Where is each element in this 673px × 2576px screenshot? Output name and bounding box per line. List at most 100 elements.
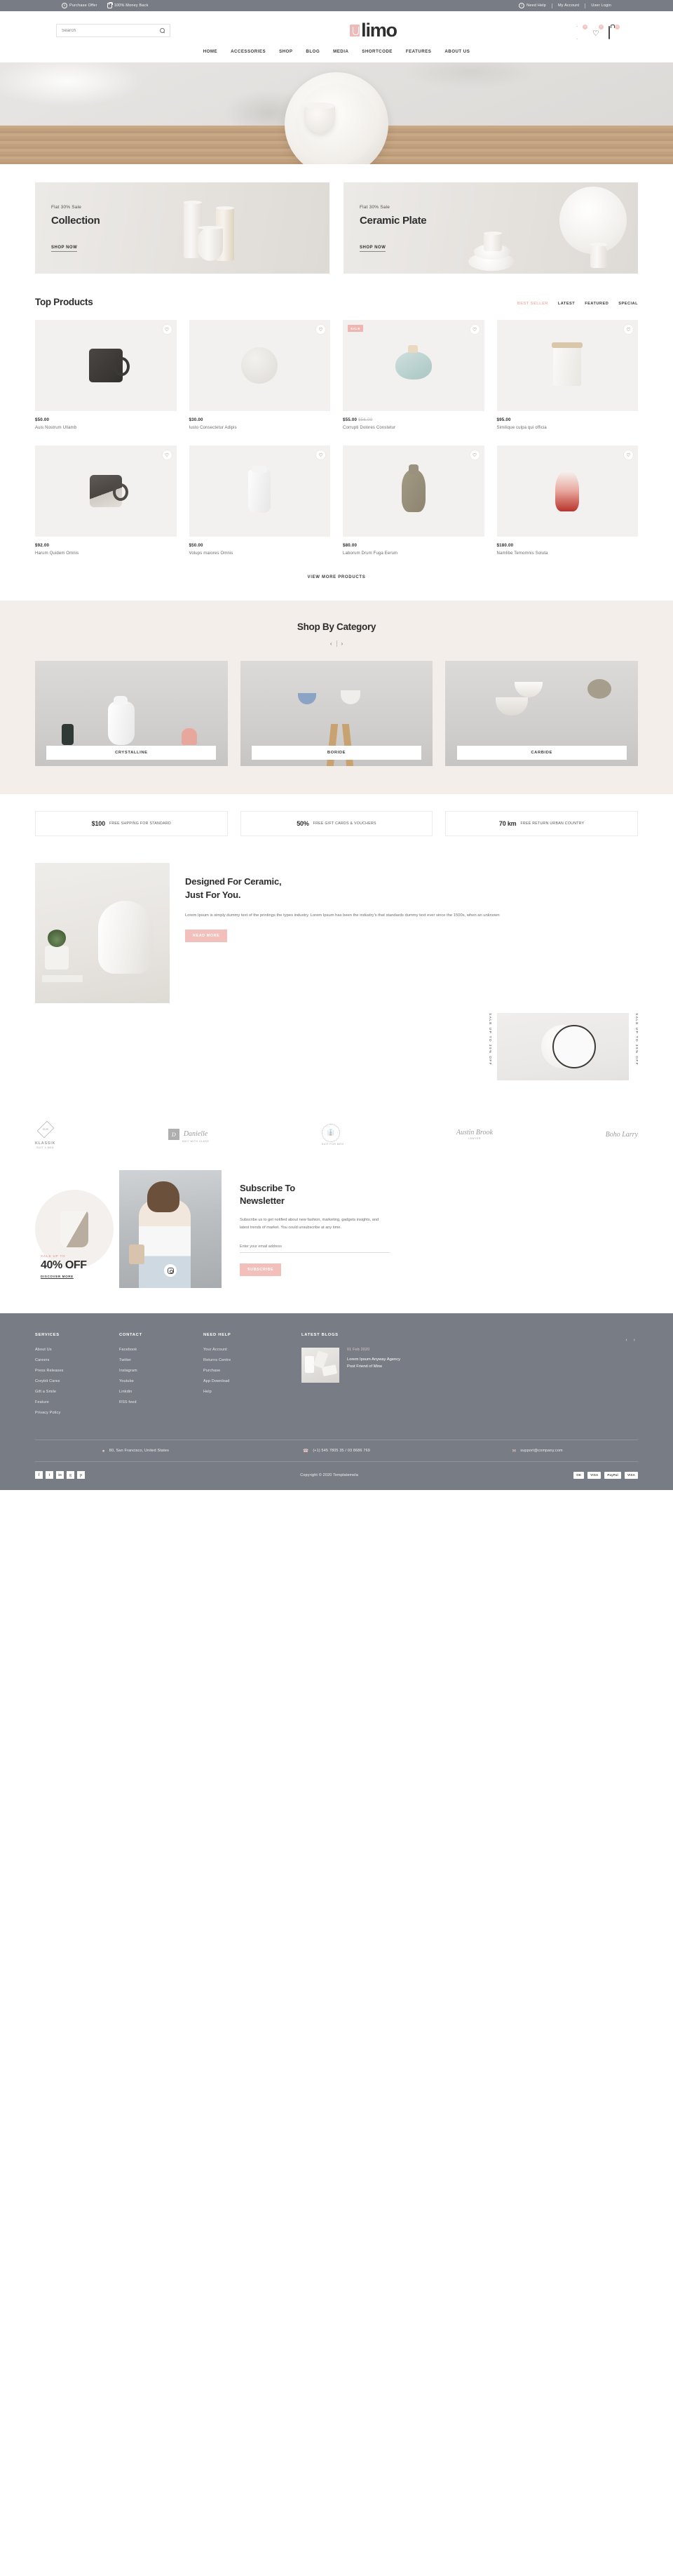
nav-item-shortcode[interactable]: SHORTCODE xyxy=(362,49,393,54)
wishlist-button[interactable]: ♡ 0 xyxy=(592,24,604,37)
wishlist-icon[interactable]: ♡ xyxy=(624,325,633,334)
brand-logo-austin-brook[interactable]: Austin Brook LAWYER xyxy=(456,1129,493,1140)
product-card[interactable]: ♡ $92.00 Harum Quidem Omnis xyxy=(35,445,177,556)
wishlist-icon[interactable]: ♡ xyxy=(162,450,172,459)
product-card[interactable]: SALE ♡ $55.00 $56.00 Corrupti Dolores Con… xyxy=(343,320,484,430)
discover-more-link[interactable]: DISCOVER MORE xyxy=(41,1275,87,1278)
product-image[interactable]: ♡ xyxy=(496,445,638,537)
product-image[interactable]: ♡ xyxy=(189,320,330,411)
nav-item-about-us[interactable]: ABOUT US xyxy=(444,49,470,54)
footer-link-youtube[interactable]: Youtube xyxy=(119,1379,203,1383)
footer-link-your-account[interactable]: Your Account xyxy=(203,1348,287,1352)
footer-link-purchase[interactable]: Purchase xyxy=(203,1369,287,1373)
blog-prev-icon[interactable]: ‹ xyxy=(625,1338,627,1343)
tab-special[interactable]: SPECIAL xyxy=(618,302,638,306)
product-name[interactable]: Iusto Consectetur Adipis xyxy=(189,426,331,430)
footer-link-creybit-cares[interactable]: Creybit Cares xyxy=(35,1379,119,1383)
tab-latest[interactable]: LATEST xyxy=(558,302,575,306)
facebook-icon[interactable]: f xyxy=(35,1471,43,1479)
footer-link-careers[interactable]: Careers xyxy=(35,1358,119,1362)
footer-link-returns-centre[interactable]: Returns Centre xyxy=(203,1358,287,1362)
footer-link-facebook[interactable]: Facebook xyxy=(119,1348,203,1352)
footer-link-privacy-policy[interactable]: Privacy Policy xyxy=(35,1411,119,1415)
cart-button[interactable]: 0 xyxy=(609,24,620,39)
read-more-button[interactable]: READ MORE xyxy=(185,930,228,943)
instagram-button[interactable] xyxy=(164,1264,177,1277)
twitter-icon[interactable]: t xyxy=(46,1471,53,1479)
money-back-item[interactable]: 100% Money Back xyxy=(107,1,149,8)
brand-logo-boho-larry[interactable]: Boho Larry xyxy=(606,1131,638,1139)
wishlist-icon[interactable]: ♡ xyxy=(470,450,480,459)
nav-item-accessories[interactable]: ACCESSORIES xyxy=(231,49,266,54)
wishlist-icon[interactable]: ♡ xyxy=(316,325,325,334)
footer-link-feature[interactable]: Feature xyxy=(35,1400,119,1404)
blog-next-icon[interactable]: › xyxy=(634,1338,635,1343)
product-card[interactable]: ♡ $95.00 Similique culpa qui officia xyxy=(496,320,639,430)
footer-link-press-releases[interactable]: Press Releases xyxy=(35,1369,119,1373)
google-icon[interactable]: g xyxy=(67,1471,74,1479)
wishlist-icon[interactable]: ♡ xyxy=(624,450,633,459)
contact-email[interactable]: ✉ support@company.com xyxy=(437,1448,638,1454)
carousel-prev-icon[interactable]: ‹ xyxy=(326,640,336,647)
nav-item-media[interactable]: MEDIA xyxy=(333,49,348,54)
sale-banner-image[interactable] xyxy=(497,1013,629,1080)
product-image[interactable]: ♡ xyxy=(189,445,330,537)
search-box[interactable] xyxy=(56,24,170,37)
user-login-link[interactable]: User Login xyxy=(591,4,611,8)
contact-phone[interactable]: ☎ (+1) 545 7805 35 / 03 8686 769 xyxy=(236,1448,437,1454)
footer-link-rss-feed[interactable]: RSS feed xyxy=(119,1400,203,1404)
search-input[interactable] xyxy=(62,28,160,33)
tab-featured[interactable]: FEATURED xyxy=(585,302,609,306)
product-name[interactable]: Harum Quidem Omnis xyxy=(35,551,177,556)
product-card[interactable]: ♡ $80.00 Laborum Drum Fuga Eerum xyxy=(343,445,484,556)
my-account-link[interactable]: My Account xyxy=(558,4,579,8)
blog-list-item[interactable]: 01 Feb 2020 Lorem Ipsum Anyway Agency Po… xyxy=(301,1348,638,1383)
promo-banner-collection[interactable]: Flat 30% Sale Collection SHOP NOW xyxy=(35,182,329,274)
nav-item-shop[interactable]: SHOP xyxy=(279,49,292,54)
footer-link-twitter[interactable]: Twitter xyxy=(119,1358,203,1362)
category-card-boride[interactable]: BORIDE xyxy=(240,661,433,766)
footer-link-help[interactable]: Help xyxy=(203,1390,287,1394)
product-name[interactable]: Laborum Drum Fuga Eerum xyxy=(343,551,484,556)
product-image[interactable]: ♡ xyxy=(343,445,484,537)
need-help-link[interactable]: ? Need Help xyxy=(519,3,546,8)
pinterest-icon[interactable]: p xyxy=(77,1471,85,1479)
nav-item-home[interactable]: HOME xyxy=(203,49,217,54)
category-card-carbide[interactable]: CARBIDE xyxy=(445,661,639,766)
tab-best-seller[interactable]: BEST SELLER xyxy=(517,302,548,306)
compare-button[interactable]: 0 xyxy=(576,24,587,39)
product-image[interactable]: ♡ xyxy=(496,320,638,411)
product-card[interactable]: ♡ $50.00 Volups maiores Omnis xyxy=(189,445,331,556)
wishlist-icon[interactable]: ♡ xyxy=(316,450,325,459)
footer-link-app-download[interactable]: App Download xyxy=(203,1379,287,1383)
brand-logo-danielle[interactable]: D Danielle SUIT WITH CLASS xyxy=(168,1127,209,1143)
promo-shop-now-button[interactable]: SHOP NOW xyxy=(360,246,386,252)
wishlist-icon[interactable]: ♡ xyxy=(470,325,480,334)
wishlist-icon[interactable]: ♡ xyxy=(162,325,172,334)
product-name[interactable]: Similique culpa qui officia xyxy=(497,426,639,430)
footer-link-instagram[interactable]: Instagram xyxy=(119,1369,203,1373)
view-more-products-button[interactable]: VIEW MORE PRODUCTS xyxy=(35,556,638,601)
product-card[interactable]: ♡ $180.00 Namlibe Temomnis Soluta xyxy=(496,445,639,556)
brand-logo-suit-for-men[interactable]: 👔 SUIT FOR MEN xyxy=(321,1123,344,1146)
promo-banner-ceramic-plate[interactable]: Flat 30% Sale Ceramic Plate SHOP NOW xyxy=(344,182,638,274)
product-name[interactable]: Volups maiores Omnis xyxy=(189,551,331,556)
brand-logo-klassik[interactable]: KL AS KLASSIK SUIT 4 MEN xyxy=(35,1120,55,1149)
newsletter-email-input[interactable] xyxy=(240,1241,390,1254)
footer-link-gift-a-smile[interactable]: Gift a Smile xyxy=(35,1390,119,1394)
product-name[interactable]: Corrupti Dolores Constetur xyxy=(343,426,484,430)
subscribe-button[interactable]: SUBSCRIBE xyxy=(240,1263,282,1277)
footer-link-about-us[interactable]: About Us xyxy=(35,1348,119,1352)
product-image[interactable]: SALE ♡ xyxy=(343,320,484,411)
category-card-crystalline[interactable]: CRYSTALLINE xyxy=(35,661,228,766)
purchase-offer-item[interactable]: ✕ Purchase Offer xyxy=(62,3,97,8)
product-image[interactable]: ♡ xyxy=(35,320,177,411)
nav-item-blog[interactable]: BLOG xyxy=(306,49,320,54)
product-image[interactable]: ♡ xyxy=(35,445,177,537)
carousel-next-icon[interactable]: › xyxy=(337,640,348,647)
product-name[interactable]: Namlibe Temomnis Soluta xyxy=(497,551,639,556)
promo-shop-now-button[interactable]: SHOP NOW xyxy=(51,246,78,252)
linkedin-icon[interactable]: in xyxy=(56,1471,64,1479)
nav-item-features[interactable]: FEATURES xyxy=(406,49,432,54)
product-card[interactable]: ♡ $30.00 Iusto Consectetur Adipis xyxy=(189,320,331,430)
